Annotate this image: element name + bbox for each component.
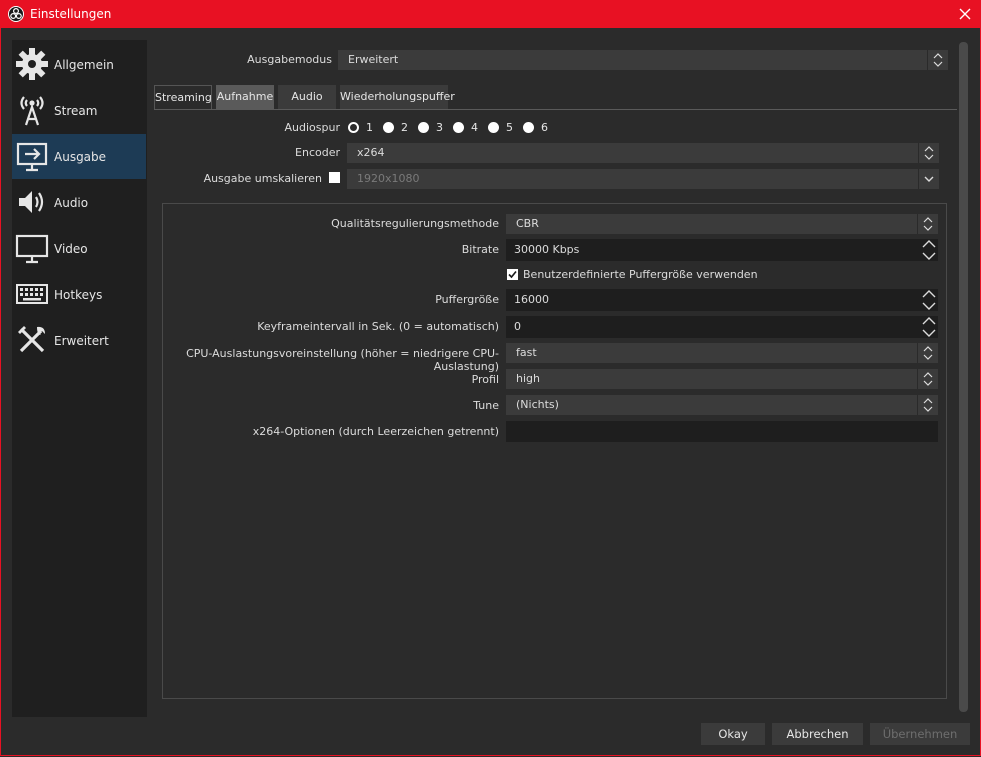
profile-select[interactable]: high: [506, 369, 938, 389]
audio-track-radio-label: 6: [541, 121, 548, 134]
tune-label: Tune: [473, 399, 499, 412]
bitrate-value: 30000 Kbps: [514, 243, 580, 256]
audio-track-radio-label: 1: [366, 121, 373, 134]
tab-audio[interactable]: Audio: [278, 85, 336, 109]
sidebar-item-label: Allgemein: [54, 58, 114, 72]
output-monitor-icon: [16, 142, 48, 172]
updown-arrows-icon: [918, 143, 934, 163]
output-mode-select[interactable]: Erweitert: [338, 50, 948, 70]
keyboard-icon: [16, 284, 48, 304]
broadcast-tower-icon: [20, 96, 44, 126]
sidebar-item-label: Hotkeys: [54, 288, 103, 302]
buffer-size-value: 16000: [514, 293, 549, 306]
speaker-icon: [19, 191, 44, 213]
rate-control-value: CBR: [516, 217, 539, 230]
spin-arrows-icon[interactable]: [920, 239, 938, 261]
audio-track-label: Audiospur: [284, 121, 340, 134]
cpu-preset-label: CPU-Auslastungsvoreinstellung (höher = n…: [186, 347, 499, 373]
title-bar: Einstellungen: [0, 0, 981, 28]
audio-track-radio-5[interactable]: [488, 122, 499, 133]
audio-track-radio-2[interactable]: [383, 122, 394, 133]
updown-arrows-icon: [917, 343, 933, 363]
close-icon[interactable]: [955, 4, 975, 24]
keyframe-label: Keyframeintervall in Sek. (0 = automatis…: [257, 320, 499, 333]
monitor-icon: [15, 234, 49, 264]
tab-streaming[interactable]: Streaming: [154, 85, 212, 109]
sidebar-item-label: Video: [54, 242, 88, 256]
gear-icon: [16, 48, 48, 80]
tab-divider: [154, 109, 957, 110]
sidebar-item-allgemein[interactable]: Allgemein: [12, 42, 146, 87]
sidebar-item-stream[interactable]: Stream: [12, 88, 146, 133]
audio-track-radio-1[interactable]: [348, 122, 359, 133]
output-mode-label: Ausgabemodus: [247, 53, 332, 66]
audio-track-radio-4[interactable]: [453, 122, 464, 133]
sidebar-item-label: Audio: [54, 196, 89, 210]
sidebar-item-label: Ausgabe: [54, 150, 107, 164]
bitrate-label: Bitrate: [461, 243, 499, 256]
window-title: Einstellungen: [30, 7, 112, 21]
audio-track-radio-label: 5: [506, 121, 513, 134]
audio-track-radio-3[interactable]: [418, 122, 429, 133]
sidebar: Allgemein Stream Ausgabe Audio Video Hot…: [12, 40, 147, 717]
updown-arrows-icon: [917, 395, 933, 415]
spin-arrows-icon[interactable]: [920, 316, 938, 338]
encoder-label: Encoder: [295, 146, 340, 159]
audio-track-radio-label: 4: [471, 121, 478, 134]
audio-track-radio-label: 3: [436, 121, 443, 134]
custom-buffer-label: Benutzerdefinierte Puffergröße verwenden: [523, 268, 758, 281]
spin-arrows-icon[interactable]: [920, 289, 938, 311]
cpu-preset-select[interactable]: fast: [506, 343, 938, 363]
rescale-label: Ausgabe umskalieren: [203, 172, 322, 185]
okay-button[interactable]: Okay: [701, 723, 765, 745]
keyframe-value: 0: [514, 320, 521, 333]
obs-logo-icon: [8, 6, 24, 22]
rescale-checkbox[interactable]: [329, 172, 340, 183]
sidebar-item-audio[interactable]: Audio: [12, 180, 146, 225]
rescale-resolution-value: 1920x1080: [357, 172, 420, 185]
keyframe-spinbox[interactable]: 0: [506, 316, 938, 338]
custom-buffer-checkbox[interactable]: [507, 269, 518, 280]
updown-arrows-icon: [917, 214, 933, 234]
updown-arrows-icon: [927, 50, 943, 70]
encoder-select[interactable]: x264: [347, 143, 939, 163]
cancel-button[interactable]: Abbrechen: [772, 723, 863, 745]
audio-track-radio-label: 2: [401, 121, 408, 134]
encoder-value: x264: [357, 146, 385, 159]
sidebar-item-video[interactable]: Video: [12, 226, 146, 271]
tab-wiederholungspuffer[interactable]: Wiederholungspuffer: [340, 85, 455, 109]
tools-icon: [18, 326, 45, 353]
sidebar-item-label: Erweitert: [54, 334, 109, 348]
x264-options-label: x264-Optionen (durch Leerzeichen getrenn…: [252, 425, 499, 438]
bitrate-spinbox[interactable]: 30000 Kbps: [506, 239, 938, 261]
sidebar-item-ausgabe[interactable]: Ausgabe: [12, 134, 146, 179]
tune-select[interactable]: (Nichts): [506, 395, 938, 415]
output-mode-value: Erweitert: [348, 53, 399, 66]
buffer-size-spinbox[interactable]: 16000: [506, 289, 938, 311]
tab-aufnahme[interactable]: Aufnahme: [216, 85, 274, 109]
rate-control-select[interactable]: CBR: [506, 214, 938, 234]
sidebar-item-erweitert[interactable]: Erweitert: [12, 318, 146, 363]
cpu-preset-value: fast: [516, 346, 537, 359]
checkmark-icon: [508, 270, 517, 279]
tune-value: (Nichts): [516, 398, 559, 411]
x264-options-input[interactable]: [506, 421, 938, 442]
apply-button[interactable]: Übernehmen: [870, 723, 970, 745]
rescale-resolution-select[interactable]: 1920x1080: [347, 169, 939, 189]
vertical-scrollbar[interactable]: [959, 42, 968, 712]
audio-track-radio-6[interactable]: [523, 122, 534, 133]
profile-value: high: [516, 372, 540, 385]
sidebar-item-hotkeys[interactable]: Hotkeys: [12, 272, 146, 317]
buffer-size-label: Puffergröße: [435, 293, 499, 306]
chevron-down-icon: [918, 169, 934, 189]
profile-label: Profil: [471, 373, 499, 386]
updown-arrows-icon: [917, 369, 933, 389]
rate-control-label: Qualitätsregulierungsmethode: [331, 217, 499, 230]
sidebar-item-label: Stream: [54, 104, 98, 118]
